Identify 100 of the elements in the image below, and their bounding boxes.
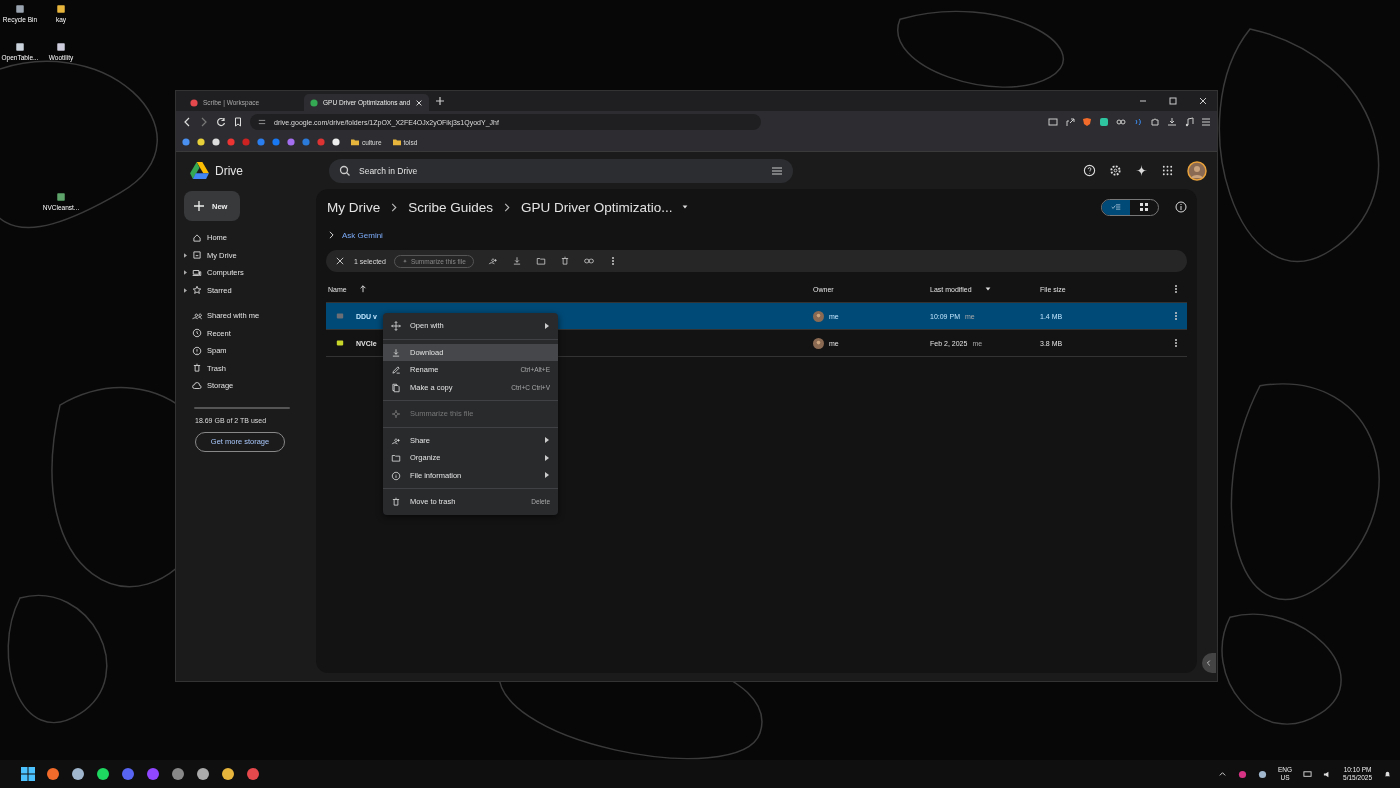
- pencil-icon: [391, 365, 401, 375]
- taskbar-app-icon[interactable]: [96, 767, 110, 781]
- folder-icon[interactable]: [535, 256, 546, 266]
- sparkle-icon[interactable]: [1135, 164, 1148, 177]
- sparkle-icon: [401, 258, 408, 264]
- folder-icon: [391, 453, 401, 463]
- taskbar-app-icon[interactable]: [171, 767, 185, 781]
- breadcrumb[interactable]: My Drive: [327, 199, 381, 215]
- link-icon[interactable]: [583, 256, 594, 266]
- breadcrumb[interactable]: GPU Driver Optimizatio...: [521, 199, 673, 215]
- clock-icon: [192, 328, 202, 339]
- apps-grid-icon[interactable]: [1161, 164, 1174, 177]
- submenu-arrow-icon: [544, 437, 550, 444]
- dropdown-icon[interactable]: [680, 203, 689, 211]
- new-tab-icon[interactable]: [435, 96, 446, 106]
- avatar: [813, 310, 824, 322]
- maximize-icon[interactable]: [1168, 96, 1178, 106]
- avatar: [813, 337, 824, 349]
- list-view-toggle[interactable]: [1102, 199, 1130, 215]
- folder-icon[interactable]: [351, 138, 359, 146]
- network-icon[interactable]: [1303, 769, 1313, 779]
- cloud-icon: [192, 380, 202, 391]
- home-icon: [192, 232, 202, 243]
- help-icon[interactable]: [1083, 164, 1096, 177]
- taskbar-app-icon[interactable]: [71, 767, 85, 781]
- desktop-shortcut-icon[interactable]: [14, 41, 26, 53]
- chevron-icon[interactable]: [1218, 769, 1227, 779]
- trash-icon: [391, 497, 401, 507]
- download-icon[interactable]: [511, 256, 522, 266]
- chevron-icon: [391, 202, 398, 212]
- cast-icon[interactable]: [1048, 117, 1058, 127]
- reload-icon[interactable]: [216, 117, 226, 127]
- taskbar-app-icon[interactable]: [196, 767, 210, 781]
- tray-app-icon[interactable]: [1238, 769, 1247, 779]
- forward-icon[interactable]: [199, 117, 209, 127]
- site-settings-icon[interactable]: [258, 118, 266, 126]
- bookmark-icon[interactable]: [233, 117, 243, 127]
- alert-icon: [192, 345, 202, 356]
- app-name: Drive: [215, 163, 243, 178]
- person-add-icon[interactable]: [487, 256, 498, 266]
- sparkle-icon: [391, 409, 401, 419]
- info-icon: [391, 470, 401, 481]
- plus-icon: [194, 201, 204, 211]
- extension-icon[interactable]: [1099, 117, 1109, 127]
- desktop-shortcut-icon[interactable]: [55, 41, 67, 53]
- info-icon[interactable]: [1175, 201, 1187, 213]
- taskbar-app-icon[interactable]: [121, 767, 135, 781]
- breadcrumb[interactable]: Scribe Guides: [408, 199, 494, 215]
- back-icon[interactable]: [182, 117, 192, 127]
- close-icon[interactable]: [1198, 96, 1208, 106]
- people-icon: [192, 310, 202, 321]
- ask-gemini-link[interactable]: Ask Gemini: [342, 230, 383, 240]
- submenu-arrow-icon: [544, 472, 550, 479]
- search-field[interactable]: Search in Drive: [329, 158, 793, 183]
- tray-app-icon[interactable]: [1258, 769, 1267, 779]
- waves-icon[interactable]: [1133, 117, 1143, 127]
- filter-icon[interactable]: [771, 164, 783, 177]
- folder-icon[interactable]: [392, 138, 401, 146]
- copy-icon: [391, 382, 401, 393]
- desktop-shortcut-icon[interactable]: [14, 3, 26, 15]
- drive-logo-icon: [190, 162, 209, 179]
- desktop-shortcut-icon[interactable]: [55, 191, 67, 203]
- search-icon[interactable]: [339, 164, 351, 177]
- chevron-icon: [1205, 659, 1213, 667]
- close-icon[interactable]: [336, 257, 344, 265]
- favicon-icon: [310, 98, 318, 107]
- submenu-arrow-icon: [544, 322, 550, 329]
- chevron-icon[interactable]: [329, 231, 334, 239]
- expand-arrow-icon[interactable]: [184, 287, 187, 293]
- start-icon[interactable]: [21, 767, 35, 781]
- shield-icon[interactable]: [1082, 117, 1092, 127]
- download-icon: [391, 347, 401, 358]
- expand-arrow-icon[interactable]: [184, 252, 187, 258]
- sort-arrow-icon[interactable]: [358, 285, 367, 293]
- settings-icon[interactable]: [1109, 164, 1122, 177]
- taskbar-app-icon[interactable]: [246, 767, 260, 781]
- desktop-shortcut-icon[interactable]: [55, 3, 67, 15]
- expand-arrow-icon[interactable]: [184, 270, 187, 276]
- taskbar-app-icon[interactable]: [221, 767, 235, 781]
- chevron-icon: [504, 202, 511, 212]
- dropdown-icon[interactable]: [983, 285, 992, 293]
- taskbar-app-icon[interactable]: [146, 767, 160, 781]
- trash-icon[interactable]: [559, 256, 570, 266]
- side-panel-toggle[interactable]: [1202, 653, 1216, 673]
- glasses-icon[interactable]: [1116, 117, 1126, 127]
- close-icon[interactable]: [415, 98, 424, 107]
- music-icon[interactable]: [1184, 117, 1194, 127]
- favicon-icon: [190, 98, 198, 107]
- share-icon[interactable]: [1065, 117, 1075, 127]
- avatar[interactable]: [1187, 160, 1207, 181]
- computer-icon: [192, 267, 202, 278]
- grid-icon: [1139, 202, 1149, 212]
- star-icon: [192, 285, 202, 296]
- list-icon: [1111, 202, 1121, 212]
- menu-icon[interactable]: [1201, 117, 1211, 127]
- bell-icon[interactable]: [1383, 769, 1392, 779]
- taskbar-app-icon[interactable]: [46, 767, 60, 781]
- move-icon: [391, 321, 401, 331]
- download-icon[interactable]: [1167, 117, 1177, 127]
- trash-icon: [192, 363, 202, 374]
